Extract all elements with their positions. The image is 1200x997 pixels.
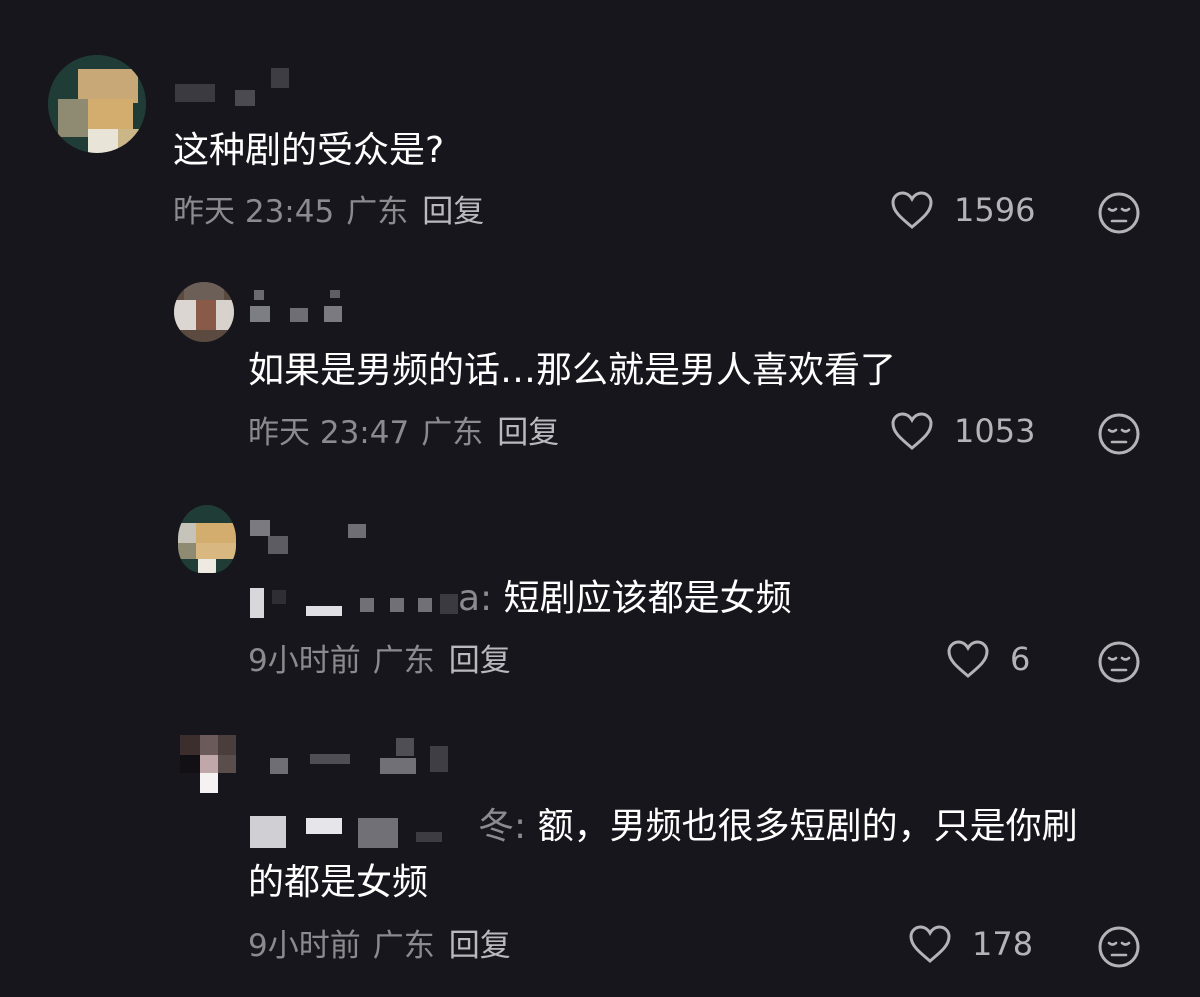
like-button[interactable]: 1596 (890, 190, 1035, 230)
mention-redacted[interactable] (250, 808, 478, 848)
avatar[interactable] (48, 55, 146, 153)
comment-region: 广东 (372, 928, 435, 964)
dislike-button[interactable] (1098, 641, 1140, 687)
comment-text-continued: 的都是女频 (248, 862, 429, 903)
comment-region: 广东 (372, 643, 435, 679)
comment-date: 昨天 23:47 (248, 415, 410, 451)
like-count: 178 (972, 925, 1034, 963)
mention-suffix: 冬: (478, 806, 527, 847)
mention-suffix: a: (458, 578, 493, 619)
comment-text: 这种剧的受众是? (173, 130, 445, 171)
comment-body: 短剧应该都是女频 (503, 578, 792, 619)
reply-button[interactable]: 回复 (422, 194, 484, 230)
comment-meta: 9小时前 广东 回复 (248, 641, 511, 681)
comment-date: 昨天 23:45 (173, 194, 335, 230)
reply-button[interactable]: 回复 (449, 643, 511, 679)
comment-date: 9小时前 (248, 643, 361, 679)
like-button[interactable]: 1053 (890, 411, 1035, 451)
username-redacted[interactable] (250, 520, 380, 554)
reply-button[interactable]: 回复 (497, 415, 559, 451)
comment-text: 如果是男频的话…那么就是男人喜欢看了 (248, 350, 897, 391)
heart-icon (891, 412, 933, 450)
like-count: 6 (1010, 640, 1031, 678)
dislike-button[interactable] (1098, 192, 1140, 238)
dislike-face-icon (1098, 413, 1140, 455)
heart-icon (909, 925, 951, 963)
avatar[interactable] (180, 735, 236, 793)
username-redacted[interactable] (175, 62, 295, 106)
avatar[interactable] (178, 505, 236, 573)
username-redacted[interactable] (270, 738, 460, 774)
like-button[interactable]: 178 (908, 924, 1033, 964)
comment-region: 广东 (421, 415, 484, 451)
like-count: 1596 (954, 191, 1036, 229)
reply-button[interactable]: 回复 (449, 928, 511, 964)
comment-meta: 昨天 23:47 广东 回复 (248, 413, 559, 453)
comment-date: 9小时前 (248, 928, 361, 964)
comment-meta: 昨天 23:45 广东 回复 (173, 192, 484, 232)
dislike-face-icon (1098, 192, 1140, 234)
username-redacted[interactable] (250, 290, 360, 322)
comment-region: 广东 (346, 194, 409, 230)
dislike-face-icon (1098, 926, 1140, 968)
like-button[interactable]: 6 (946, 639, 1030, 679)
heart-icon (891, 191, 933, 229)
comment-text: a: 短剧应该都是女频 (250, 572, 792, 626)
comment-meta: 9小时前 广东 回复 (248, 926, 511, 966)
avatar[interactable] (174, 282, 234, 342)
dislike-button[interactable] (1098, 926, 1140, 972)
heart-icon (947, 640, 989, 678)
comment-text: 冬: 额，男频也很多短剧的，只是你刷 (250, 800, 1078, 854)
mention-redacted[interactable] (250, 580, 458, 620)
dislike-button[interactable] (1098, 413, 1140, 459)
comment-body: 额，男频也很多短剧的，只是你刷 (537, 806, 1078, 847)
dislike-face-icon (1098, 641, 1140, 683)
like-count: 1053 (954, 412, 1036, 450)
